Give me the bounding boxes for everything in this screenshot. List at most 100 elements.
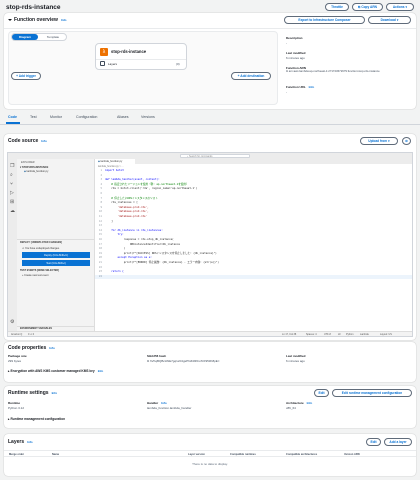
- settings-button[interactable]: ⚙: [402, 137, 411, 145]
- download-label: Download: [380, 18, 396, 22]
- function-card[interactable]: λ stop-rds-instance Layers (0): [95, 43, 187, 70]
- column-header[interactable]: Name: [52, 453, 59, 456]
- deploy-button[interactable]: Deploy (Ctrl+Shift+U): [22, 252, 90, 258]
- info-link[interactable]: Info: [52, 391, 58, 395]
- info-link[interactable]: Info: [309, 85, 315, 89]
- explorer-panel: EXPLORER ▾ STOP-RDS-INSTANCE ◆ lambda_fu…: [17, 159, 95, 331]
- last-modified-label: Last modified: [286, 51, 306, 55]
- editor-tab-label: lambda_function.py: [100, 160, 123, 163]
- code-line[interactable]: rds = boto3.client('rds', region_name='a…: [105, 187, 197, 192]
- tab-aliases[interactable]: Aliases: [117, 115, 129, 119]
- status-lambda[interactable]: Lambda: [360, 333, 369, 336]
- gear-icon[interactable]: ⚙: [10, 319, 14, 325]
- export-composer-button[interactable]: Export to Infrastructure Composer: [284, 16, 365, 24]
- sha-value: ⧉ hVhqBQBcLWE7gq/urb3gsPhiZ49hhoTcF953K8…: [147, 359, 220, 363]
- column-header[interactable]: Compatible architectures: [286, 453, 317, 456]
- debug-icon[interactable]: ▷: [10, 190, 14, 196]
- encryption-expander[interactable]: ▸ Encryption with AWS KMS customer manag…: [8, 369, 103, 373]
- status-cursor-position[interactable]: Ln 17, Col 38: [282, 333, 296, 336]
- function-url-heading: Function URL: [286, 85, 306, 89]
- collapse-icon[interactable]: [8, 18, 12, 21]
- actions-button[interactable]: Actions ▾: [386, 3, 414, 11]
- layers-label[interactable]: Layers: [108, 62, 117, 66]
- deploy-section-header[interactable]: DEPLOY: [UNDEPLOYED CHANGES]: [20, 241, 62, 244]
- status-amazon-q[interactable]: Amazon Q: [11, 333, 22, 336]
- copy-arn-label: Copy ARN: [361, 5, 377, 9]
- throttle-button[interactable]: Throttle: [325, 3, 349, 11]
- code-line[interactable]: import boto3: [105, 169, 124, 174]
- divider: [96, 59, 186, 60]
- status-encoding[interactable]: UTF-8: [324, 333, 331, 336]
- tab-configuration[interactable]: Configuration: [76, 115, 97, 119]
- extensions-icon[interactable]: ⊞: [10, 199, 14, 205]
- column-header[interactable]: Compatible runtimes: [230, 453, 256, 456]
- info-link[interactable]: Info: [98, 369, 104, 373]
- code-line[interactable]: print(f"[ERROR] 停止失敗: {db_instance} - エラ…: [105, 261, 219, 266]
- tab-test[interactable]: Test: [30, 115, 37, 119]
- info-link[interactable]: Info: [49, 346, 55, 350]
- copy-arn-button[interactable]: ⧉ Copy ARN: [352, 3, 383, 11]
- add-layer-button[interactable]: Add a layer: [384, 438, 412, 446]
- search-icon[interactable]: ⌕: [10, 172, 13, 178]
- editor-tab[interactable]: ◆ lambda_function.py: [95, 159, 135, 164]
- layers-count: (0): [176, 62, 180, 66]
- function-overview-heading: Function overview: [14, 17, 58, 23]
- modified-value: 6 minutes ago: [286, 359, 305, 363]
- tab-code[interactable]: Code: [8, 115, 17, 119]
- code-source-title: Code source Info: [8, 138, 47, 144]
- runtime-settings-title: Runtime settings Info: [8, 390, 57, 396]
- code-source-heading: Code source: [8, 138, 39, 144]
- files-icon[interactable]: ❐: [10, 163, 14, 169]
- info-link[interactable]: Info: [27, 440, 33, 444]
- package-size-label: Package size: [8, 354, 27, 358]
- add-destination-button[interactable]: + Add destination: [231, 72, 271, 80]
- diagram-view-button[interactable]: Diagram: [12, 34, 38, 40]
- code-line[interactable]: ]: [105, 220, 113, 225]
- copy-icon: ⧉: [358, 5, 361, 9]
- edit-layers-button[interactable]: Edit: [366, 438, 381, 446]
- file-item[interactable]: ◆ lambda_function.py: [24, 170, 48, 173]
- column-header[interactable]: Version ARN: [344, 453, 360, 456]
- tab-monitor[interactable]: Monitor: [50, 115, 62, 119]
- architecture-value: x86_64: [286, 406, 296, 410]
- runtime-management-expander[interactable]: ▸ Runtime management configuration: [8, 417, 65, 421]
- command-search-input[interactable]: ⌕ Search for commands: [180, 154, 250, 158]
- add-trigger-button[interactable]: + Add trigger: [11, 72, 41, 80]
- template-view-button[interactable]: Template: [39, 34, 67, 40]
- folder-item[interactable]: ▾ STOP-RDS-INSTANCE: [20, 166, 48, 169]
- status-eol[interactable]: LF: [338, 333, 341, 336]
- test-events-header[interactable]: TEST EVENTS [NONE SELECTED]: [20, 269, 59, 272]
- architecture-heading: Architecture: [286, 401, 304, 405]
- info-link[interactable]: Info: [61, 18, 67, 22]
- upload-from-button[interactable]: Upload from ▾: [360, 137, 398, 145]
- modified-label: Last modified: [286, 354, 306, 358]
- edit-runtime-button[interactable]: Edit: [314, 389, 329, 397]
- sha-label: SHA256 hash: [147, 354, 167, 358]
- tab-bar: Code Test Monitor Configuration Aliases …: [0, 111, 420, 126]
- edit-runtime-management-button[interactable]: Edit runtime management configuration: [332, 389, 412, 397]
- create-test-event-link[interactable]: + Create new test event: [22, 274, 48, 277]
- status-problems[interactable]: 0 ⚠ 0: [28, 333, 34, 336]
- activity-bar: ❐ ⌕ ⑂ ▷ ⊞ ☁ ⚙: [8, 159, 17, 331]
- empty-table-message: There is no data to display.: [192, 462, 228, 466]
- aws-icon[interactable]: ☁: [10, 208, 15, 214]
- tab-versions[interactable]: Versions: [141, 115, 155, 119]
- actions-label: Actions: [392, 5, 405, 9]
- column-header[interactable]: Layer version: [188, 453, 205, 456]
- test-button[interactable]: Test (Ctrl+Shift+I): [22, 260, 90, 266]
- download-button[interactable]: Download ▾: [368, 16, 411, 24]
- source-control-icon[interactable]: ⑂: [10, 181, 13, 187]
- status-language[interactable]: Python: [346, 333, 353, 336]
- info-link[interactable]: Info: [41, 139, 47, 143]
- runtime-value: Python 3.12: [8, 406, 25, 410]
- status-layout[interactable]: Layout: US: [380, 333, 392, 336]
- env-vars-header[interactable]: ENVIRONMENT VARIABLES: [20, 327, 52, 330]
- info-link[interactable]: Info: [161, 401, 167, 405]
- column-header[interactable]: Merge order: [9, 453, 24, 456]
- explorer-title: EXPLORER: [21, 161, 35, 164]
- info-link[interactable]: Info: [307, 401, 313, 405]
- sha-text: hVhqBQBcLWE7gq/urb3gsPhiZ49hhoTcF953K8pE…: [149, 359, 220, 363]
- status-indent[interactable]: Spaces: 4: [306, 333, 317, 336]
- code-properties-panel: Code properties Info Package size 299 byt…: [4, 342, 416, 382]
- runtime-settings-panel: Runtime settings Info Edit Edit runtime m…: [4, 386, 416, 428]
